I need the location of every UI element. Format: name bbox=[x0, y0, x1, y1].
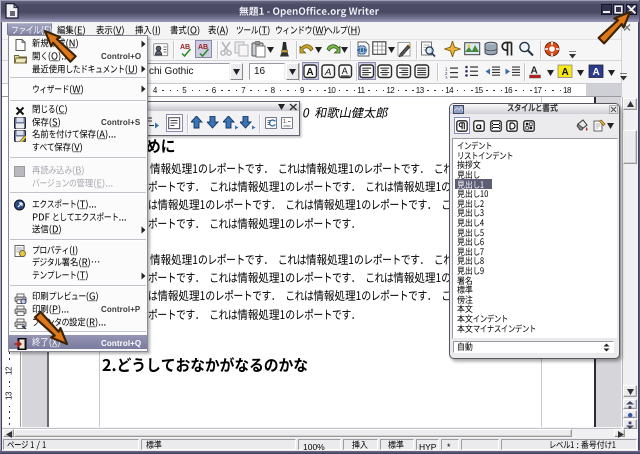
svg-text:A: A bbox=[342, 66, 348, 76]
svg-text:1.: 1. bbox=[283, 119, 287, 125]
svg-text:A: A bbox=[306, 67, 313, 78]
svg-text:3: 3 bbox=[445, 75, 448, 79]
svg-text:A: A bbox=[562, 67, 569, 78]
svg-text:A: A bbox=[324, 67, 331, 78]
svg-text:AB: AB bbox=[198, 44, 208, 51]
svg-text:A: A bbox=[592, 67, 599, 78]
svg-text:AB: AB bbox=[180, 44, 190, 51]
